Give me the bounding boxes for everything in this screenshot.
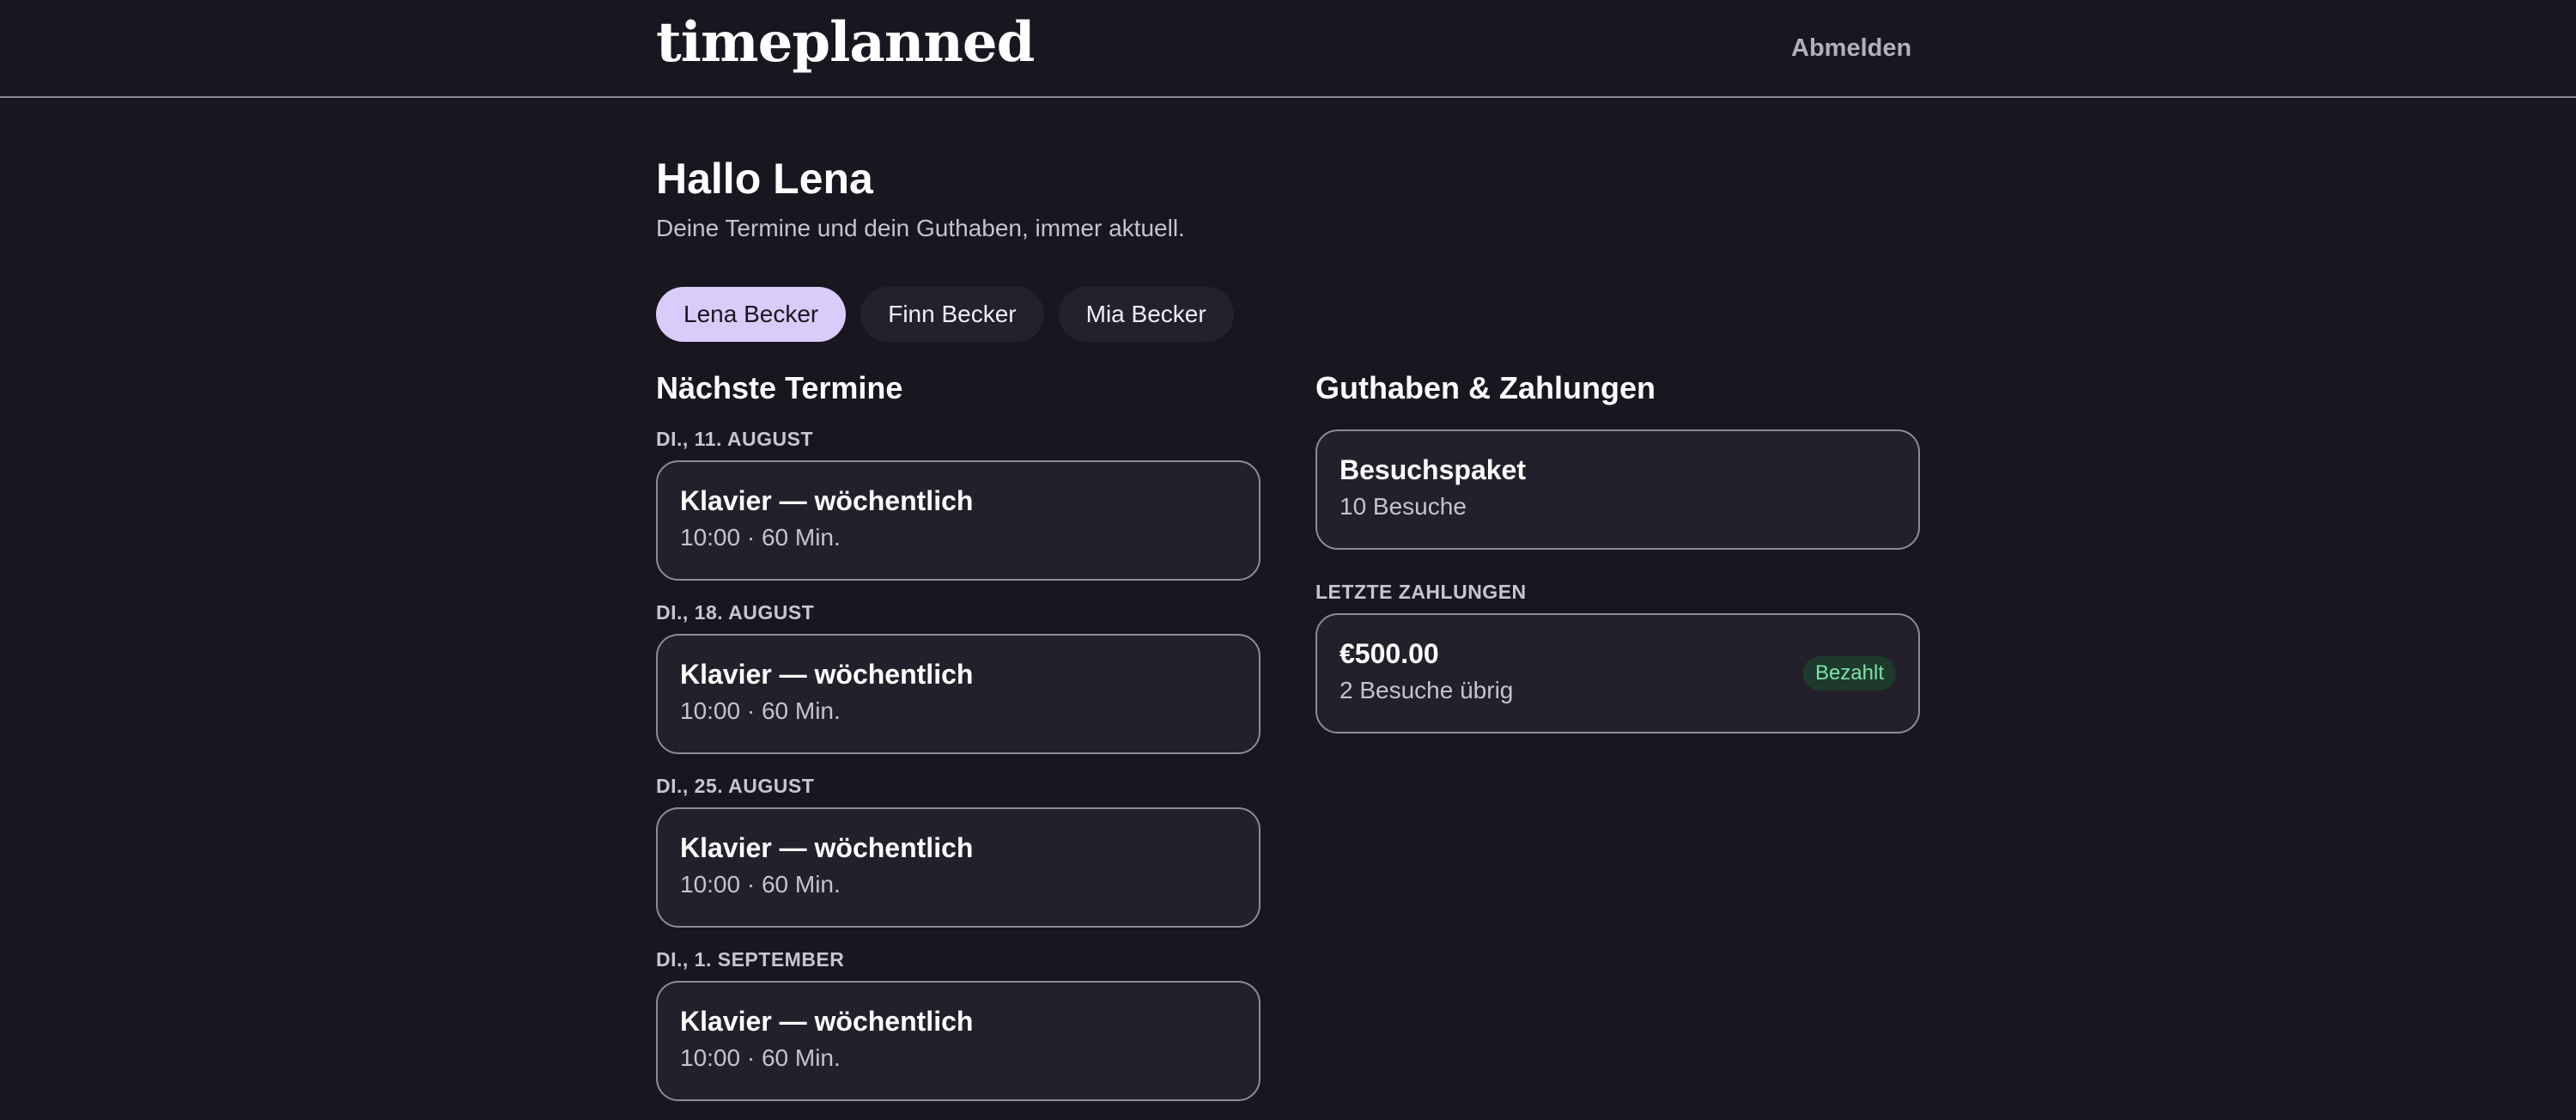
balance-heading: Guthaben & Zahlungen [1315,370,1656,405]
package-details: 10 Besuche [1340,493,1467,520]
payment-card[interactable]: €500.00 2 Besuche übrig Bezahlt [1315,613,1920,733]
appointment-card[interactable]: Klavier — wöchentlich 10:00 · 60 Min. [656,460,1261,581]
appointment-group: DI., 11. AUGUST Klavier — wöchentlich 10… [656,426,1261,581]
top-bar: timeplanned Abmelden [0,0,2576,98]
appointment-details: 10:00 · 60 Min. [680,1044,841,1071]
payment-status-badge: Bezahlt [1802,656,1896,691]
appointment-card[interactable]: Klavier — wöchentlich 10:00 · 60 Min. [656,634,1261,754]
appointments-column: Nächste Termine DI., 11. AUGUST Klavier … [656,368,1261,1120]
appointment-card[interactable]: Klavier — wöchentlich 10:00 · 60 Min. [656,807,1261,928]
appointment-details: 10:00 · 60 Min. [680,871,841,898]
appointment-date: DI., 11. AUGUST [656,428,814,450]
appointment-group: DI., 1. SEPTEMBER Klavier — wöchentlich … [656,947,1261,1101]
person-tab-finn-becker[interactable]: Finn Becker [860,287,1044,342]
package-title: Besuchspaket [1340,454,1526,485]
appointment-details: 10:00 · 60 Min. [680,524,841,551]
appointment-title: Klavier — wöchentlich [680,485,974,516]
appointment-details: 10:00 · 60 Min. [680,697,841,724]
appointment-card[interactable]: Klavier — wöchentlich 10:00 · 60 Min. [656,981,1261,1101]
appointments-list: DI., 11. AUGUST Klavier — wöchentlich 10… [656,426,1261,1101]
payments-heading: LETZTE ZAHLUNGEN [1315,581,1527,603]
page-subtitle: Deine Termine und dein Guthaben, immer a… [656,215,1185,241]
logout-link[interactable]: Abmelden [1791,31,1911,65]
page-title: Hallo Lena [656,155,873,203]
person-tab-lena-becker[interactable]: Lena Becker [656,287,847,342]
person-tabs: Lena Becker Finn Becker Mia Becker [656,287,1234,342]
appointment-date: DI., 1. SEPTEMBER [656,948,845,971]
balance-column: Guthaben & Zahlungen Besuchspaket 10 Bes… [1315,368,1920,733]
appointment-date: DI., 18. AUGUST [656,601,815,624]
appointment-title: Klavier — wöchentlich [680,832,974,863]
appointment-date: DI., 25. AUGUST [656,775,815,797]
app-logo[interactable]: timeplanned [656,9,1035,77]
appointments-heading: Nächste Termine [656,370,903,405]
appointment-group: DI., 18. AUGUST Klavier — wöchentlich 10… [656,600,1261,754]
appointment-title: Klavier — wöchentlich [680,659,974,690]
appointment-title: Klavier — wöchentlich [680,1006,974,1037]
package-card[interactable]: Besuchspaket 10 Besuche [1315,429,1920,550]
appointment-group: DI., 25. AUGUST Klavier — wöchentlich 10… [656,773,1261,928]
person-tab-mia-becker[interactable]: Mia Becker [1058,287,1234,342]
